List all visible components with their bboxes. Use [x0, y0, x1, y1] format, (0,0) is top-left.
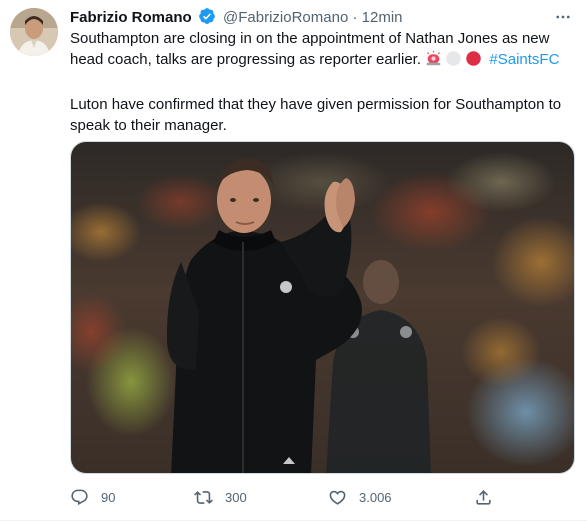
author-name[interactable]: Fabrizio Romano	[70, 9, 192, 26]
tweet-photo[interactable]	[70, 141, 575, 474]
more-options-icon[interactable]	[553, 7, 573, 27]
like-count: 3.006	[359, 489, 392, 505]
tweet-text: Southampton are closing in on the appoin…	[70, 28, 575, 136]
reply-icon	[71, 489, 88, 505]
heart-icon	[329, 490, 346, 505]
reply-button[interactable]: 90	[70, 484, 115, 510]
white-circle-emoji-icon	[445, 50, 462, 73]
police-light-emoji-icon	[425, 50, 442, 73]
tweet-actions: 90 300 3.006	[70, 484, 493, 510]
author-handle[interactable]: @FabrizioRomano	[223, 9, 348, 26]
red-circle-emoji-icon	[465, 50, 482, 73]
separator-dot: ·	[352, 9, 358, 26]
tweet[interactable]: Fabrizio Romano @FabrizioRomano · 12min …	[0, 0, 587, 521]
retweet-icon	[194, 490, 213, 504]
share-button[interactable]	[474, 484, 493, 510]
avatar[interactable]	[10, 8, 58, 56]
timestamp[interactable]: 12min	[362, 9, 403, 26]
tweet-header: Fabrizio Romano @FabrizioRomano · 12min	[70, 7, 573, 27]
reply-count: 90	[101, 489, 116, 505]
tweet-text-paragraph-2: Luton have confirmed that they have give…	[70, 96, 562, 134]
share-icon	[476, 489, 491, 505]
retweet-button[interactable]: 300	[194, 484, 247, 510]
retweet-count: 300	[225, 489, 247, 505]
hashtag-link[interactable]: #SaintsFC	[489, 51, 559, 68]
like-button[interactable]: 3.006	[328, 484, 392, 510]
